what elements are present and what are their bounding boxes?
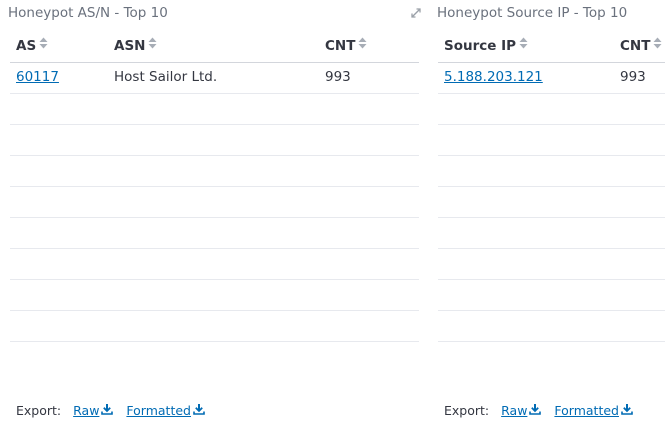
empty-row [438,124,665,156]
count-value: 993 [620,69,646,85]
export-label: Export: [16,403,62,418]
table-row: 5.188.203.121 993 [438,62,665,94]
export-formatted-link[interactable]: Formatted [554,403,633,418]
empty-row [10,186,419,218]
empty-row [438,279,665,311]
empty-row [438,310,665,342]
empty-row [10,155,419,187]
download-icon [621,403,633,418]
source-ip-link[interactable]: 5.188.203.121 [444,62,543,93]
as-asn-panel: Honeypot AS/N - Top 10 AS ASN CNT 60117 … [0,0,428,428]
export-label: Export: [444,403,490,418]
sort-icon [358,30,367,61]
empty-row [10,248,419,280]
empty-row [438,155,665,187]
table-header: AS ASN CNT [10,31,419,63]
panel-title: Honeypot AS/N - Top 10 [8,5,168,21]
empty-row [438,93,665,125]
sort-icon [653,30,662,61]
empty-row [438,248,665,280]
export-formatted-link[interactable]: Formatted [126,403,205,418]
download-icon [101,403,114,418]
sort-icon [148,30,157,61]
empty-row [10,93,419,125]
source-ip-panel: Honeypot Source IP - Top 10 Source IP CN… [428,0,665,428]
count-value: 993 [325,69,351,85]
column-header-as[interactable]: AS [16,31,48,62]
table-header: Source IP CNT [438,31,665,63]
sort-icon [519,30,528,61]
export-bar: Export: Raw Formatted [16,403,214,418]
sort-icon [39,30,48,61]
export-raw-link[interactable]: Raw [501,403,542,418]
export-raw-link[interactable]: Raw [73,403,114,418]
empty-row [438,217,665,249]
expand-icon[interactable] [409,5,423,19]
column-header-cnt[interactable]: CNT [325,31,367,62]
empty-row [10,310,419,342]
panel-title: Honeypot Source IP - Top 10 [437,5,628,21]
as-link[interactable]: 60117 [16,62,59,93]
column-header-cnt[interactable]: CNT [620,31,662,62]
export-bar: Export: Raw Formatted [444,403,642,418]
empty-row [10,124,419,156]
asn-name: Host Sailor Ltd. [114,69,218,85]
empty-row [10,217,419,249]
table-row: 60117 Host Sailor Ltd. 993 [10,62,419,94]
column-header-asn[interactable]: ASN [114,31,157,62]
empty-row [10,279,419,311]
empty-row [438,186,665,218]
download-icon [529,403,542,418]
column-header-source-ip[interactable]: Source IP [444,31,528,62]
download-icon [193,403,205,418]
